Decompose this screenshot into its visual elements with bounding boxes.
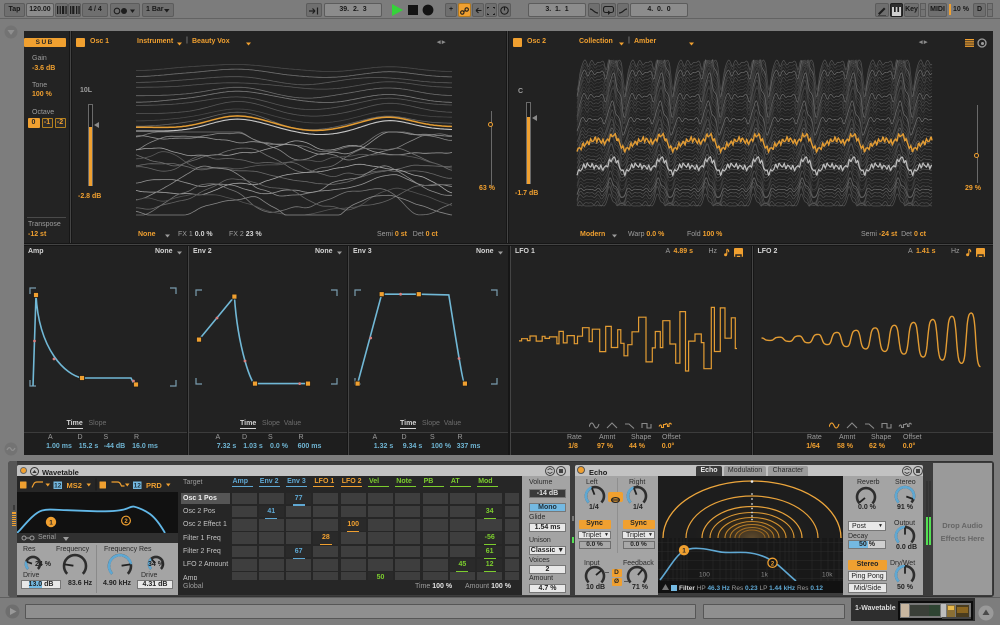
- svg-text:1: 1: [49, 519, 53, 526]
- svg-text:PRD: PRD: [146, 481, 162, 490]
- svg-text:12: 12: [134, 483, 142, 490]
- svg-text:1k: 1k: [761, 572, 769, 579]
- svg-text:12: 12: [54, 483, 62, 490]
- svg-text:1: 1: [682, 548, 686, 555]
- svg-text:10k: 10k: [822, 572, 833, 579]
- svg-text:MS2: MS2: [67, 481, 82, 490]
- svg-text:100: 100: [699, 572, 710, 579]
